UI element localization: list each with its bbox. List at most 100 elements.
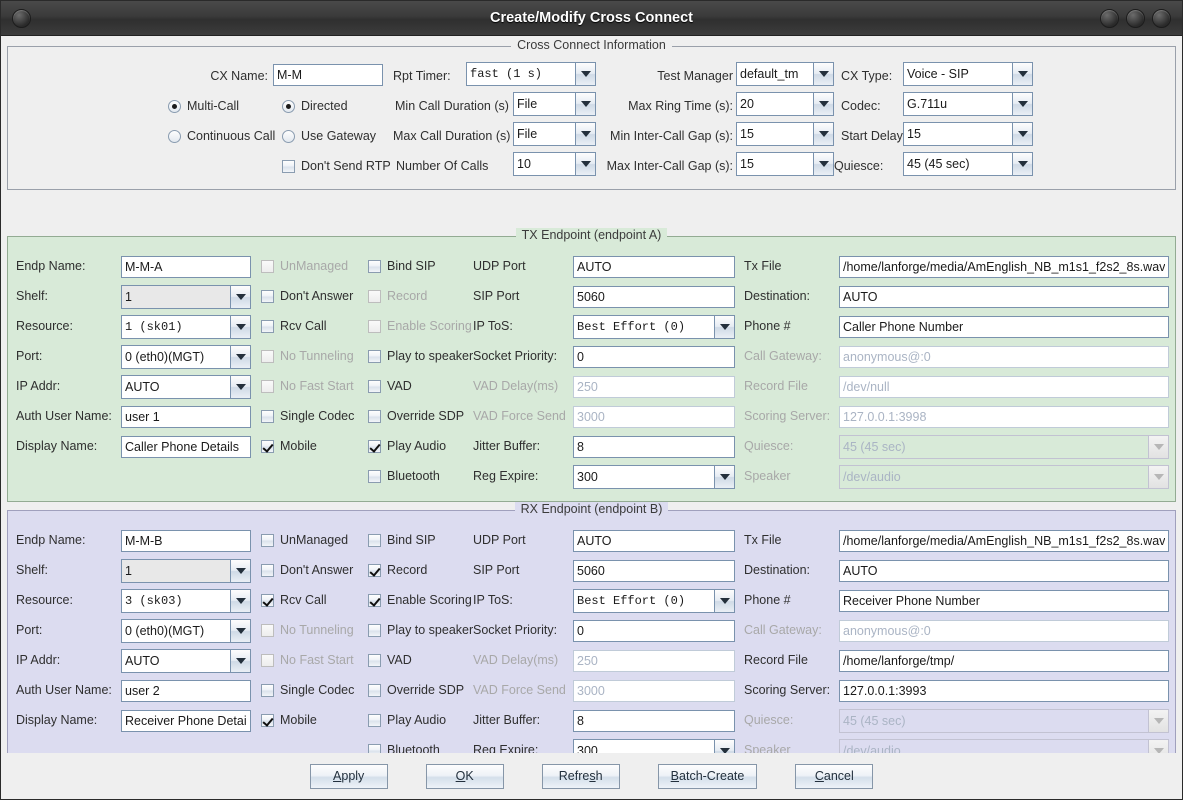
tx-tx-file-input[interactable] xyxy=(839,256,1169,278)
batch-create-button[interactable]: Batch-Create xyxy=(657,763,758,789)
rx-override-sdp-checkbox2[interactable]: Override SDP xyxy=(368,683,464,697)
rx-play-audio-checkbox2[interactable]: Play Audio xyxy=(368,713,446,727)
tx-ip-tos-select[interactable]: Best Effort (0) xyxy=(573,315,735,339)
rx-call-gateway-input[interactable] xyxy=(839,620,1169,642)
tx-scoring-server-input[interactable] xyxy=(839,406,1169,428)
min-call-duration-select[interactable]: File xyxy=(513,92,596,116)
tx-vad-checkbox2[interactable]: VAD xyxy=(368,379,412,393)
rx-destination-input[interactable] xyxy=(839,560,1169,582)
rx-phone-input[interactable] xyxy=(839,590,1169,612)
rx-tx-file-input[interactable] xyxy=(839,530,1169,552)
rx-vad-force-send-input[interactable] xyxy=(573,680,735,702)
tx-mobile-checkbox-label: Mobile xyxy=(280,439,317,453)
rx-scoring-server-input[interactable] xyxy=(839,680,1169,702)
rx-ip-addr-select[interactable]: AUTO xyxy=(121,649,251,673)
tx-quiesce-select[interactable]: 45 (45 sec) xyxy=(839,435,1169,459)
rx-port-select[interactable]: 0 (eth0)(MGT) xyxy=(121,619,251,643)
tx-display-name-input[interactable] xyxy=(121,436,251,458)
tx-mobile-checkbox[interactable]: Mobile xyxy=(261,439,317,453)
rx-quiesce-select[interactable]: 45 (45 sec) xyxy=(839,709,1169,733)
minimize-icon[interactable] xyxy=(1100,8,1119,28)
rx-mobile-checkbox[interactable]: Mobile xyxy=(261,713,317,727)
codec-select[interactable]: G.711u xyxy=(903,92,1033,116)
tx-play-to-speaker-checkbox2[interactable]: Play to speaker xyxy=(368,349,473,363)
tx-shelf-select[interactable]: 1 xyxy=(121,285,251,309)
rx-shelf-select[interactable]: 1 xyxy=(121,559,251,583)
tx-jitter-buffer-input[interactable] xyxy=(573,436,735,458)
tx-don-t-answer-checkbox[interactable]: Don't Answer xyxy=(261,289,353,303)
tx-bluetooth-checkbox2[interactable]: Bluetooth xyxy=(368,469,440,483)
window-menu-button[interactable] xyxy=(1,8,41,28)
rx-jitter-buffer-input[interactable] xyxy=(573,710,735,732)
tx-sip-port-input[interactable] xyxy=(573,286,735,308)
rx-enable-scoring-checkbox2[interactable]: Enable Scoring xyxy=(368,593,472,607)
tx-vad-force-send-input[interactable] xyxy=(573,406,735,428)
rx-display-name-input[interactable] xyxy=(121,710,251,732)
chevron-down-icon xyxy=(230,346,250,368)
cancel-button[interactable]: Cancel xyxy=(795,763,874,789)
rx-play-to-speaker-checkbox2[interactable]: Play to speaker xyxy=(368,623,473,637)
multi-call-radio[interactable]: Multi-Call xyxy=(168,99,239,113)
checkbox-icon xyxy=(261,349,274,363)
rx-vad-delay-input[interactable] xyxy=(573,650,735,672)
max-ring-time-select[interactable]: 20 xyxy=(736,92,834,116)
tx-single-codec-checkbox[interactable]: Single Codec xyxy=(261,409,354,423)
tx-record-file-input[interactable] xyxy=(839,376,1169,398)
rx-bind-sip-checkbox2[interactable]: Bind SIP xyxy=(368,533,436,547)
tx-resource-select[interactable]: 1 (sk01) xyxy=(121,315,251,339)
test-manager-select[interactable]: default_tm xyxy=(736,62,834,86)
rx-udp-port-input[interactable] xyxy=(573,530,735,552)
continuous-call-radio[interactable]: Continuous Call xyxy=(168,129,275,143)
tx-play-audio-checkbox2[interactable]: Play Audio xyxy=(368,439,446,453)
tx-udp-port-input[interactable] xyxy=(573,256,735,278)
rx-ip-tos-select[interactable]: Best Effort (0) xyxy=(573,589,735,613)
refresh-button[interactable]: Refresh xyxy=(541,763,620,789)
checkbox-icon xyxy=(368,409,381,423)
tx-call-gateway-input[interactable] xyxy=(839,346,1169,368)
chevron-down-icon xyxy=(813,153,833,175)
rx-unmanaged-checkbox[interactable]: UnManaged xyxy=(261,533,348,547)
tx-override-sdp-checkbox2[interactable]: Override SDP xyxy=(368,409,464,423)
rx-auth-user-input[interactable] xyxy=(121,680,251,702)
tx-vad-delay-input[interactable] xyxy=(573,376,735,398)
rx-rcv-call-checkbox[interactable]: Rcv Call xyxy=(261,593,327,607)
directed-radio[interactable]: Directed xyxy=(282,99,348,113)
tx-rcv-call-checkbox[interactable]: Rcv Call xyxy=(261,319,327,333)
dont-send-rtp-checkbox[interactable]: Don't Send RTP xyxy=(282,159,391,173)
quiesce-select[interactable]: 45 (45 sec) xyxy=(903,152,1033,176)
ok-button[interactable]: OK xyxy=(425,763,504,789)
rx-socket-priority-input[interactable] xyxy=(573,620,735,642)
cx-type-select[interactable]: Voice - SIP xyxy=(903,62,1033,86)
rx-ip-addr-select-value: AUTO xyxy=(125,654,160,668)
tx-socket-priority-input[interactable] xyxy=(573,346,735,368)
tx-reg-expire-select[interactable]: 300 xyxy=(573,465,735,489)
start-delay-select[interactable]: 15 xyxy=(903,122,1033,146)
apply-button[interactable]: Apply xyxy=(309,763,388,789)
use-gateway-radio[interactable]: Use Gateway xyxy=(282,129,376,143)
max-inter-call-gap-select[interactable]: 15 xyxy=(736,152,834,176)
tx-endp-name-input[interactable] xyxy=(121,256,251,278)
rx-don-t-answer-checkbox[interactable]: Don't Answer xyxy=(261,563,353,577)
close-icon[interactable] xyxy=(1152,8,1171,28)
rx-endp-name-input[interactable] xyxy=(121,530,251,552)
rx-record-checkbox2[interactable]: Record xyxy=(368,563,427,577)
min-inter-call-gap-select[interactable]: 15 xyxy=(736,122,834,146)
tx-phone-input[interactable] xyxy=(839,316,1169,338)
tx-port-select[interactable]: 0 (eth0)(MGT) xyxy=(121,345,251,369)
rx-record-file-input[interactable] xyxy=(839,650,1169,672)
rx-single-codec-checkbox[interactable]: Single Codec xyxy=(261,683,354,697)
checkbox-icon xyxy=(368,319,381,333)
rpt-timer-select[interactable]: fast (1 s) xyxy=(466,62,596,86)
tx-speaker-select[interactable]: /dev/audio xyxy=(839,465,1169,489)
tx-bind-sip-checkbox2[interactable]: Bind SIP xyxy=(368,259,436,273)
tx-destination-input[interactable] xyxy=(839,286,1169,308)
max-call-duration-select[interactable]: File xyxy=(513,122,596,146)
cx-name-input[interactable] xyxy=(273,64,383,86)
maximize-icon[interactable] xyxy=(1126,8,1145,28)
rx-vad-checkbox2[interactable]: VAD xyxy=(368,653,412,667)
rx-sip-port-input[interactable] xyxy=(573,560,735,582)
tx-auth-user-input[interactable] xyxy=(121,406,251,428)
number-of-calls-select[interactable]: 10 xyxy=(513,152,596,176)
rx-resource-select[interactable]: 3 (sk03) xyxy=(121,589,251,613)
tx-ip-addr-select[interactable]: AUTO xyxy=(121,375,251,399)
